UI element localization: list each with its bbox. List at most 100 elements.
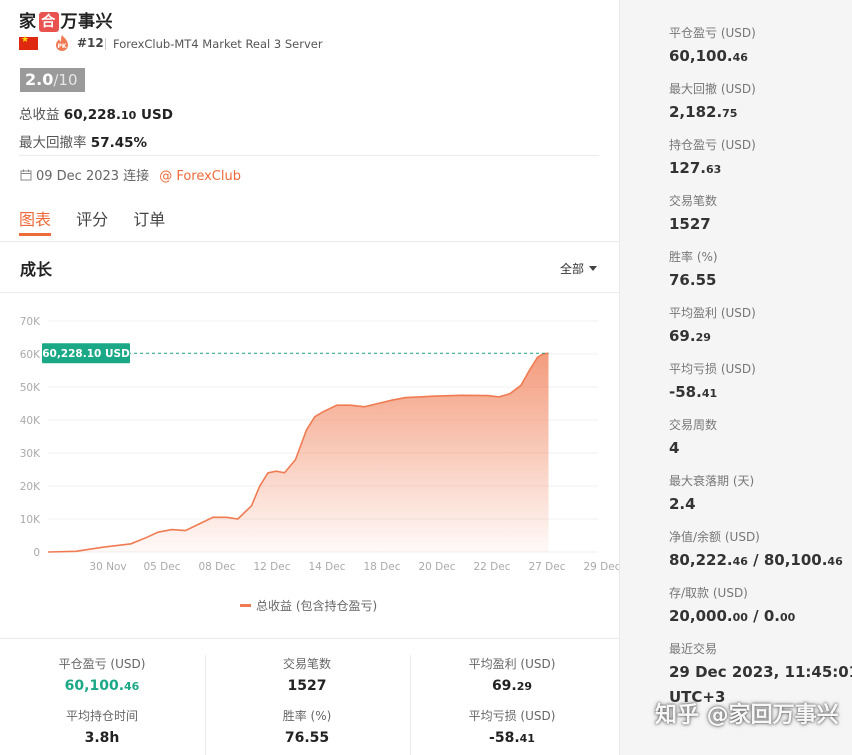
y-tick-label: 20K (20, 481, 41, 493)
panel-stat-value: 2,182.75 (669, 103, 738, 121)
panel-stat-value: 29 Dec 2023, 11:45:01 (669, 663, 852, 681)
title-badge: 合 (38, 12, 59, 32)
section-title: 成长 (20, 260, 53, 279)
panel-stat-value: 76.55 (669, 271, 717, 289)
growth-chart: 0 10K 20K 30K 40K 50K 60K 70K 30 Nov 05 Dec 08 Dec… (20, 316, 619, 573)
y-tick-label: 60K (20, 349, 41, 361)
tab-orders[interactable]: 订单 (133, 206, 165, 230)
y-tick-label: 10K (20, 514, 41, 526)
stat-trade-count: 交易笔数 1527 (222, 655, 392, 694)
stat-avg-hold-time: 平均持仓时间 3.8h (17, 707, 187, 746)
account-title: 家合万事兴 (19, 12, 113, 32)
panel-stat-label: 交易笔数 (669, 194, 718, 208)
panel-stat: 存/取款 (USD) 20,000.00 / 0.00 (669, 584, 795, 625)
panel-stat-value: 69.29 (669, 327, 711, 345)
panel-stat-value: 20,000.00 / 0.00 (669, 607, 796, 625)
panel-stat-value: 1527 (669, 215, 711, 233)
tab-chart[interactable]: 图表 (19, 206, 52, 236)
stat-label: 胜率 (%) (282, 709, 332, 723)
stat-avg-loss: 平均亏损 (USD) -58.41 (427, 707, 597, 746)
divider (0, 292, 619, 293)
stat-value: 1527 (287, 678, 327, 694)
stat-value: 69.29 (491, 678, 533, 694)
x-tick-label: 14 Dec (308, 561, 345, 573)
stat-avg-profit: 平均盈利 (USD) 69.29 (427, 655, 597, 694)
panel-stat: 持仓盈亏 (USD) 127.63 (669, 136, 756, 177)
panel-stat: 交易笔数 1527 (669, 192, 717, 233)
total-profit: 总收益 60,228.10 USD (19, 107, 173, 123)
panel-stat-label: 平仓盈亏 (USD) (669, 26, 756, 40)
stat-value: 3.8h (84, 730, 120, 746)
x-tick-label: 29 Dec (583, 561, 619, 573)
watermark: 知乎 @家回万事兴 (655, 703, 839, 728)
panel-stat: 平仓盈亏 (USD) 60,100.46 (669, 24, 756, 65)
panel-stat: 最大回撤 (USD) 2,182.75 (669, 80, 756, 121)
panel-stat-value: 2.4 (669, 495, 696, 513)
fire-rank-icon: PK (56, 35, 68, 51)
panel-stat-label: 平均亏损 (USD) (669, 362, 756, 376)
panel-stat-value: 127.63 (669, 159, 722, 177)
legend-swatch (240, 604, 251, 607)
tab-rating[interactable]: 评分 (76, 206, 108, 230)
range-dropdown[interactable]: 全部 (560, 260, 598, 277)
divider (0, 241, 619, 242)
y-tick-label: 50K (20, 382, 41, 394)
panel-stat: 最大衰落期 (天) 2.4 (669, 472, 754, 513)
x-tick-label: 22 Dec (473, 561, 510, 573)
panel-stat-label: 平均盈利 (USD) (669, 306, 756, 320)
panel-stat-label: 最大回撤 (USD) (669, 82, 756, 96)
y-tick-label: 40K (20, 415, 41, 427)
panel-stat: 最近交易 29 Dec 2023, 11:45:01 (669, 640, 852, 681)
divider (105, 38, 106, 50)
divider (0, 638, 619, 639)
connected-row: 09 Dec 2023 连接 @ ForexClub (20, 165, 241, 184)
panel-stat-label: 存/取款 (USD) (669, 586, 748, 600)
x-tick-label: 30 Nov (89, 561, 126, 573)
divider (410, 655, 411, 755)
broker-link[interactable]: @ ForexClub (159, 169, 241, 184)
panel-stat: 胜率 (%) 76.55 (669, 248, 718, 289)
x-tick-label: 18 Dec (363, 561, 400, 573)
max-drawdown-rate: 最大回撤率 57.45% (19, 135, 148, 151)
stat-label: 平均盈利 (USD) (468, 657, 556, 671)
panel-stat-value: 4 (669, 439, 680, 457)
stat-win-rate: 胜率 (%) 76.55 (222, 707, 392, 746)
caret-down-icon (589, 266, 598, 271)
stat-value: 76.55 (284, 730, 330, 746)
panel-stat-label: 持仓盈亏 (USD) (669, 138, 756, 152)
panel-stat-label: 交易周数 (669, 418, 718, 432)
divider (19, 155, 599, 156)
panel-stat: 平均亏损 (USD) -58.41 (669, 360, 756, 401)
score-badge: 2.0/10 (20, 68, 86, 92)
panel-stat-label: 胜率 (%) (669, 250, 718, 264)
panel-stat: 平均盈利 (USD) 69.29 (669, 304, 756, 345)
stat-label: 平均持仓时间 (65, 709, 138, 723)
stat-closed-pl: 平仓盈亏 (USD) 60,100.46 (17, 655, 187, 694)
current-value-label: 60,228.10 USD (42, 348, 130, 360)
stat-label: 平均亏损 (USD) (468, 709, 556, 723)
stat-value: 60,100.46 (64, 678, 140, 694)
stat-label: 交易笔数 (282, 657, 331, 671)
stat-label: 平仓盈亏 (USD) (58, 657, 146, 671)
x-tick-label: 05 Dec (143, 561, 180, 573)
svg-text:PK: PK (57, 43, 66, 50)
server-name: ForexClub-MT4 Market Real 3 Server (113, 37, 323, 51)
x-tick-label: 20 Dec (418, 561, 455, 573)
calendar-icon (20, 169, 32, 181)
panel-stat-value: 60,100.46 (669, 47, 748, 65)
tab-bar: 图表 评分 订单 (19, 206, 185, 236)
rank-number: #12 (77, 36, 104, 50)
y-tick-label: 70K (20, 316, 41, 328)
panel-stat: 净值/余额 (USD) 80,222.46 / 80,100.46 (669, 528, 843, 569)
x-tick-label: 12 Dec (253, 561, 290, 573)
y-tick-label: 30K (20, 448, 41, 460)
panel-stat-label: 最近交易 (669, 642, 718, 656)
chart-legend[interactable]: 总收益 (包含持仓盈亏) (240, 597, 377, 614)
x-tick-label: 27 Dec (528, 561, 565, 573)
china-flag-icon (19, 35, 38, 50)
stat-value: -58.41 (489, 730, 535, 746)
panel-stat-value: -58.41 (669, 383, 718, 401)
panel-stat-label: 净值/余额 (USD) (669, 530, 760, 544)
panel-stat-value: 80,222.46 / 80,100.46 (669, 551, 843, 569)
panel-stat: 交易周数 4 (669, 416, 717, 457)
